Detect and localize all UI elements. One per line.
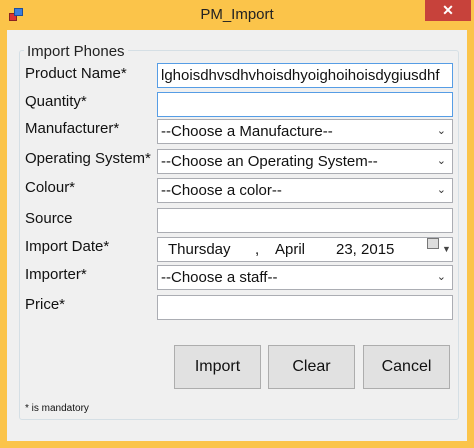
close-icon: ✕: [442, 2, 454, 18]
importer-selected: --Choose a staff--: [161, 269, 278, 286]
chevron-down-icon: ⌄: [436, 271, 446, 283]
window-title: PM_Import: [200, 6, 274, 23]
close-button[interactable]: ✕: [425, 0, 471, 21]
group-title: Import Phones: [24, 43, 128, 60]
chevron-down-icon: ⌄: [436, 155, 446, 167]
chevron-down-icon[interactable]: ▼: [442, 238, 451, 261]
colour-select[interactable]: --Choose a color-- ⌄: [157, 178, 453, 203]
colour-label: Colour*: [25, 179, 76, 196]
price-input[interactable]: [157, 295, 453, 320]
calendar-icon[interactable]: [427, 238, 439, 249]
pm-import-window: PM_Import ✕ Import Phones Product Name* …: [0, 0, 474, 448]
date-day-year[interactable]: 23, 2015: [336, 238, 394, 261]
source-input[interactable]: [157, 208, 453, 233]
source-label: Source: [25, 210, 73, 227]
price-label: Price*: [25, 296, 66, 313]
import-date-picker[interactable]: Thursday , April 23, 2015 ▼: [157, 237, 453, 262]
title-bar[interactable]: PM_Import ✕: [0, 0, 474, 30]
operating-system-label: Operating System*: [25, 150, 151, 167]
date-weekday[interactable]: Thursday: [168, 238, 231, 261]
client-area: Import Phones Product Name* lghoisdhvsdh…: [7, 30, 467, 441]
cancel-button[interactable]: Cancel: [363, 345, 450, 389]
manufacturer-selected: --Choose a Manufacture--: [161, 123, 333, 140]
mandatory-footnote: * is mandatory: [25, 403, 89, 414]
date-month[interactable]: April: [275, 238, 305, 261]
import-date-label: Import Date*: [25, 238, 110, 255]
date-separator: ,: [255, 241, 260, 258]
product-name-label: Product Name*: [25, 65, 127, 82]
import-button[interactable]: Import: [174, 345, 261, 389]
product-name-input[interactable]: lghoisdhvsdhvhoisdhyoighoihoisdygiusdhf: [157, 63, 453, 88]
manufacturer-label: Manufacturer*: [25, 120, 120, 137]
quantity-input[interactable]: [157, 92, 453, 117]
chevron-down-icon: ⌄: [436, 125, 446, 137]
quantity-label: Quantity*: [25, 93, 87, 110]
chevron-down-icon: ⌄: [436, 184, 446, 196]
importer-select[interactable]: --Choose a staff-- ⌄: [157, 265, 453, 290]
operating-system-select[interactable]: --Choose an Operating System-- ⌄: [157, 149, 453, 174]
manufacturer-select[interactable]: --Choose a Manufacture-- ⌄: [157, 119, 453, 144]
clear-button[interactable]: Clear: [268, 345, 355, 389]
operating-system-selected: --Choose an Operating System--: [161, 153, 378, 170]
colour-selected: --Choose a color--: [161, 182, 282, 199]
importer-label: Importer*: [25, 266, 87, 283]
